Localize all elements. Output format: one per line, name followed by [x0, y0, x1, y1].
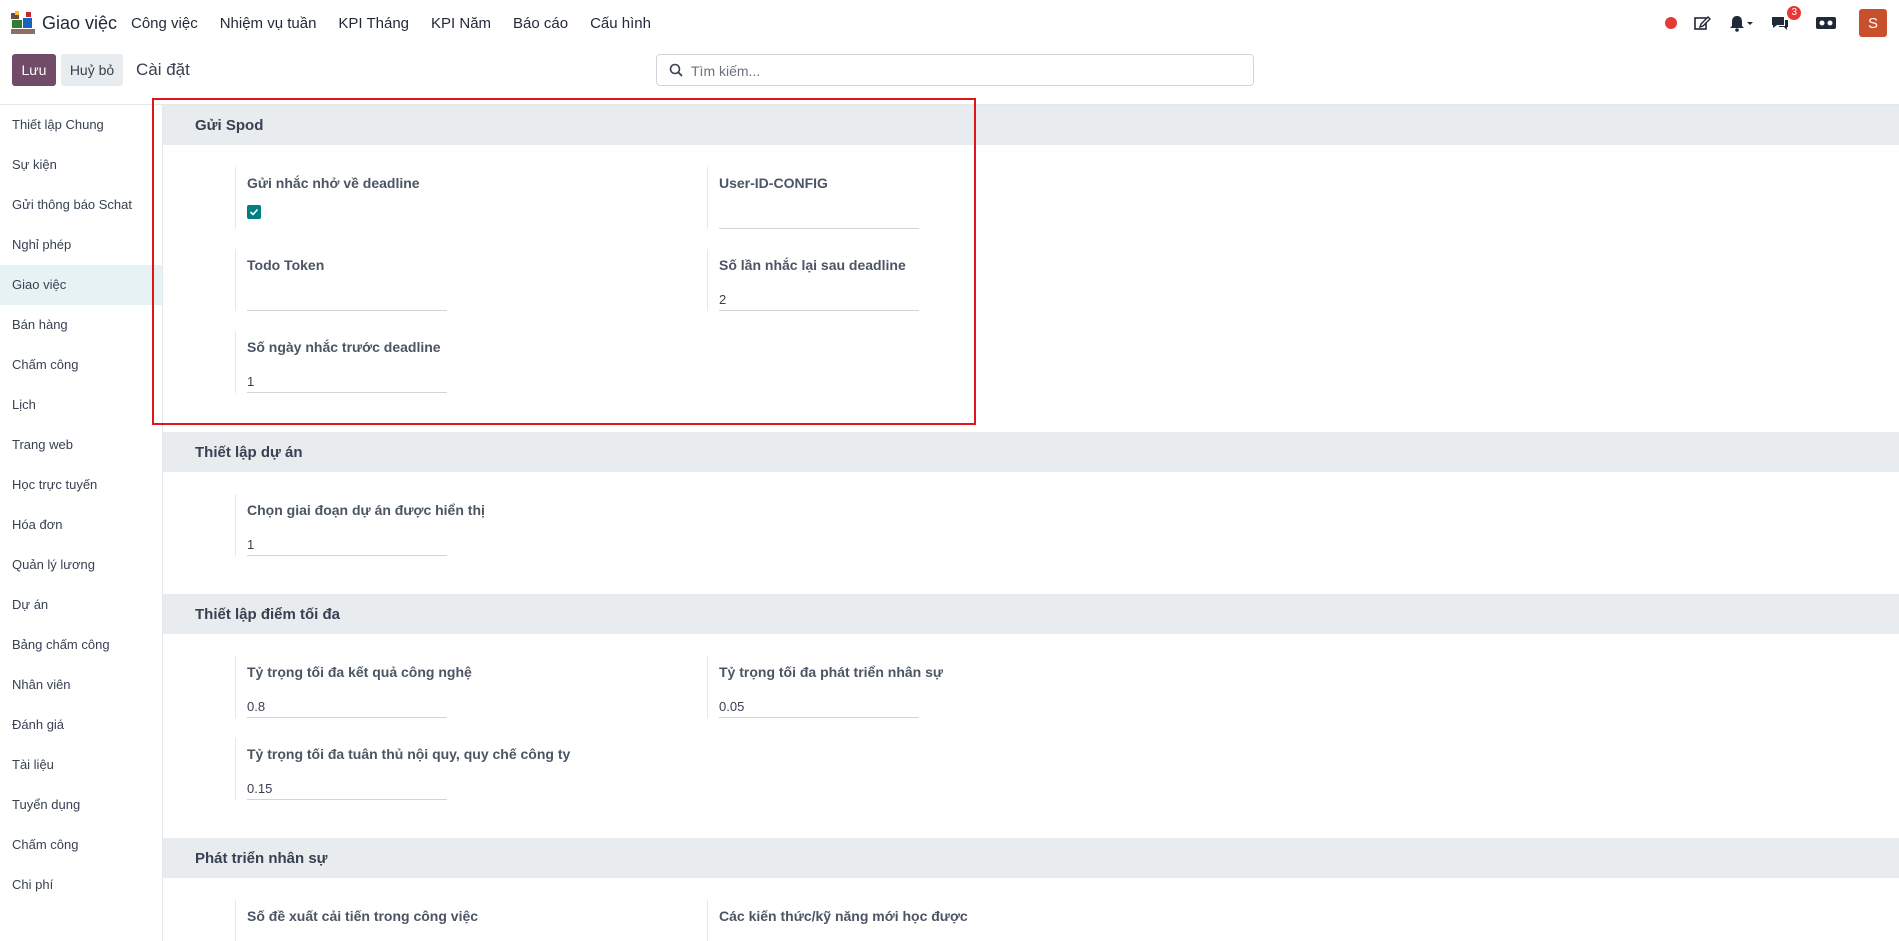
- sidebar-item-cham-cong-2[interactable]: Chấm công: [0, 825, 162, 865]
- reminder-checkbox[interactable]: [247, 205, 261, 219]
- menu-bao-cao[interactable]: Báo cáo: [513, 15, 568, 32]
- user-id-config-input[interactable]: [719, 207, 919, 229]
- sidebar-item-tai-lieu[interactable]: Tài liệu: [0, 745, 162, 785]
- chat-icon[interactable]: 3: [1769, 6, 1801, 34]
- setting-label: Tỷ trọng tối đa kết quả công nghệ: [247, 664, 472, 680]
- todo-token-input[interactable]: [247, 289, 447, 311]
- section-gui-spod: Gửi Spod: [163, 105, 1899, 145]
- messages-badge: 3: [1787, 6, 1801, 20]
- sidebar-item-danh-gia[interactable]: Đánh giá: [0, 705, 162, 745]
- app-logo-icon[interactable]: [10, 10, 36, 36]
- setting-label: User-ID-CONFIG: [719, 175, 828, 191]
- menu-kpi-thang[interactable]: KPI Tháng: [338, 15, 409, 32]
- setting-label: Gửi nhắc nhở về deadline: [247, 175, 420, 191]
- repeat-after-deadline-input[interactable]: 2: [719, 289, 919, 311]
- section-title: Thiết lập dự án: [195, 444, 303, 461]
- sidebar-item-quan-ly-luong[interactable]: Quản lý lương: [0, 545, 162, 585]
- section-thiet-lap-diem-toi-da: Thiết lập điểm tối đa: [163, 594, 1899, 634]
- sidebar-item-tuyen-dung[interactable]: Tuyển dụng: [0, 785, 162, 825]
- menu-cau-hinh[interactable]: Cấu hình: [590, 15, 651, 32]
- setting-label: Số ngày nhắc trước deadline: [247, 339, 441, 355]
- menu-nhiem-vu-tuan[interactable]: Nhiệm vụ tuần: [220, 15, 317, 32]
- section-phat-trien-nhan-su: Phát triển nhân sự: [163, 838, 1899, 878]
- sidebar-item-hoa-don[interactable]: Hóa đơn: [0, 505, 162, 545]
- check-icon: [249, 208, 259, 216]
- sidebar-item-su-kien[interactable]: Sự kiện: [0, 145, 162, 185]
- settings-sidebar: Thiết lập Chung Sự kiện Gửi thông báo Sc…: [0, 105, 163, 941]
- setting-label: Chọn giai đoạn dự án được hiển thị: [247, 502, 485, 518]
- app-name[interactable]: Giao việc: [42, 13, 117, 34]
- sidebar-item-giao-viec[interactable]: Giao việc: [0, 265, 162, 305]
- sidebar-item-thiet-lap-chung[interactable]: Thiết lập Chung: [0, 105, 162, 145]
- menu-cong-viec[interactable]: Công việc: [131, 15, 198, 32]
- search-box[interactable]: [656, 54, 1254, 87]
- menu-kpi-nam[interactable]: KPI Năm: [431, 15, 491, 32]
- rules-weight-input[interactable]: 0.15: [247, 778, 447, 800]
- days-before-deadline-input[interactable]: 1: [247, 371, 447, 393]
- section-title: Gửi Spod: [195, 117, 264, 134]
- save-button[interactable]: Lưu: [12, 54, 56, 86]
- systray: 3 S: [1665, 0, 1899, 46]
- sidebar-item-ban-hang[interactable]: Bán hàng: [0, 305, 162, 345]
- settings-content: Gửi Spod Gửi nhắc nhở về deadline User-I…: [163, 105, 1899, 941]
- record-status-icon[interactable]: [1665, 17, 1677, 29]
- sidebar-item-nghi-phep[interactable]: Nghỉ phép: [0, 225, 162, 265]
- sidebar-item-schat[interactable]: Gửi thông báo Schat: [0, 185, 162, 225]
- setting-label: Số lần nhắc lại sau deadline: [719, 257, 906, 273]
- gamepad-icon[interactable]: [1815, 12, 1837, 34]
- breadcrumb-title: Cài đặt: [136, 60, 190, 79]
- sidebar-item-bang-cham-cong[interactable]: Bảng chấm công: [0, 625, 162, 665]
- project-stage-input[interactable]: 1: [247, 534, 447, 556]
- setting-label: Tỷ trọng tối đa tuân thủ nội quy, quy ch…: [247, 746, 571, 762]
- sidebar-item-trang-web[interactable]: Trang web: [0, 425, 162, 465]
- bell-icon[interactable]: [1727, 12, 1755, 34]
- sidebar-item-nhan-vien[interactable]: Nhân viên: [0, 665, 162, 705]
- sidebar-item-lich[interactable]: Lịch: [0, 385, 162, 425]
- search-icon: [669, 63, 683, 77]
- control-panel: Lưu Huỷ bỏ Cài đặt: [0, 46, 1899, 105]
- setting-label: Các kiến thức/kỹ năng mới học được: [719, 908, 968, 924]
- user-avatar[interactable]: S: [1859, 9, 1887, 37]
- sidebar-item-hoc-truc-tuyen[interactable]: Học trực tuyến: [0, 465, 162, 505]
- sidebar-item-du-an[interactable]: Dự án: [0, 585, 162, 625]
- setting-label: Số đề xuất cải tiến trong công việc: [247, 908, 479, 924]
- setting-label: Todo Token: [247, 257, 325, 273]
- main-menu: Công việc Nhiệm vụ tuần KPI Tháng KPI Nă…: [131, 0, 673, 46]
- section-title: Phát triển nhân sự: [195, 850, 328, 867]
- top-navbar: Giao việc Công việc Nhiệm vụ tuần KPI Th…: [0, 0, 1899, 47]
- tech-weight-input[interactable]: 0.8: [247, 696, 447, 718]
- sidebar-item-cham-cong[interactable]: Chấm công: [0, 345, 162, 385]
- setting-label: Tỷ trọng tối đa phát triển nhân sự: [719, 664, 944, 680]
- hr-weight-input[interactable]: 0.05: [719, 696, 919, 718]
- search-input[interactable]: [689, 55, 1243, 87]
- section-title: Thiết lập điểm tối đa: [195, 606, 341, 623]
- section-thiet-lap-du-an: Thiết lập dự án: [163, 432, 1899, 472]
- sidebar-item-chi-phi[interactable]: Chi phí: [0, 865, 162, 905]
- discard-button[interactable]: Huỷ bỏ: [61, 54, 123, 86]
- edit-icon[interactable]: [1691, 12, 1713, 34]
